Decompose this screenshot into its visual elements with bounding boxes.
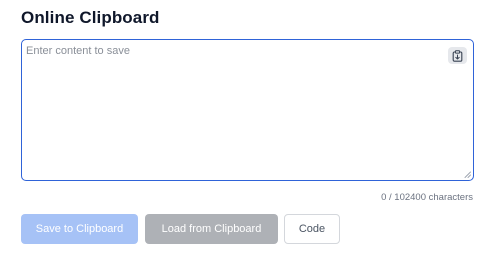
paste-button[interactable] bbox=[448, 47, 467, 64]
load-from-clipboard-button[interactable]: Load from Clipboard bbox=[145, 214, 278, 244]
save-to-clipboard-button[interactable]: Save to Clipboard bbox=[21, 214, 138, 244]
character-counter: 0 / 102400 characters bbox=[381, 192, 473, 203]
page-title: Online Clipboard bbox=[21, 8, 160, 27]
clipboard-paste-icon bbox=[452, 49, 463, 62]
content-textarea[interactable] bbox=[26, 45, 431, 173]
code-button[interactable]: Code bbox=[284, 214, 340, 244]
resize-handle-icon[interactable] bbox=[464, 171, 471, 178]
content-editor[interactable] bbox=[21, 39, 474, 181]
